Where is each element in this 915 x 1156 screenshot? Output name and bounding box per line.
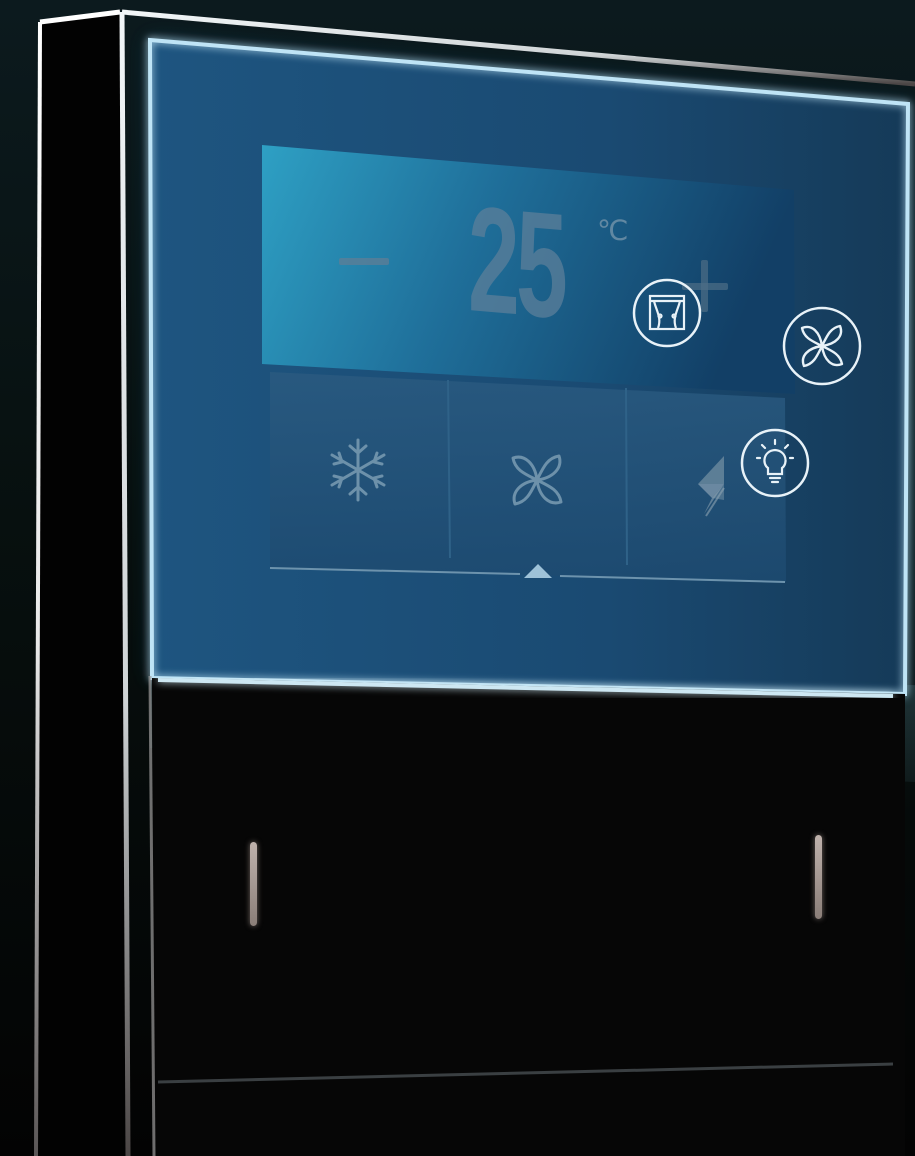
device-scene: 25 ℃ (0, 0, 915, 1156)
led-indicator-left (250, 842, 257, 926)
fan-icon[interactable] (503, 448, 571, 512)
minus-icon (339, 258, 389, 265)
decrease-temp-button[interactable] (335, 240, 393, 280)
fan-icon[interactable] (780, 304, 864, 388)
curtain-icon[interactable] (630, 276, 704, 350)
temperature-value: 25 (468, 174, 565, 351)
lightbulb-icon[interactable] (738, 426, 812, 500)
fan-speed-icon[interactable] (692, 454, 732, 520)
led-indicator-right (815, 835, 822, 919)
temperature-unit: ℃ (597, 214, 629, 247)
wall-switch-device (34, 9, 915, 1156)
snowflake-icon[interactable] (324, 436, 392, 504)
